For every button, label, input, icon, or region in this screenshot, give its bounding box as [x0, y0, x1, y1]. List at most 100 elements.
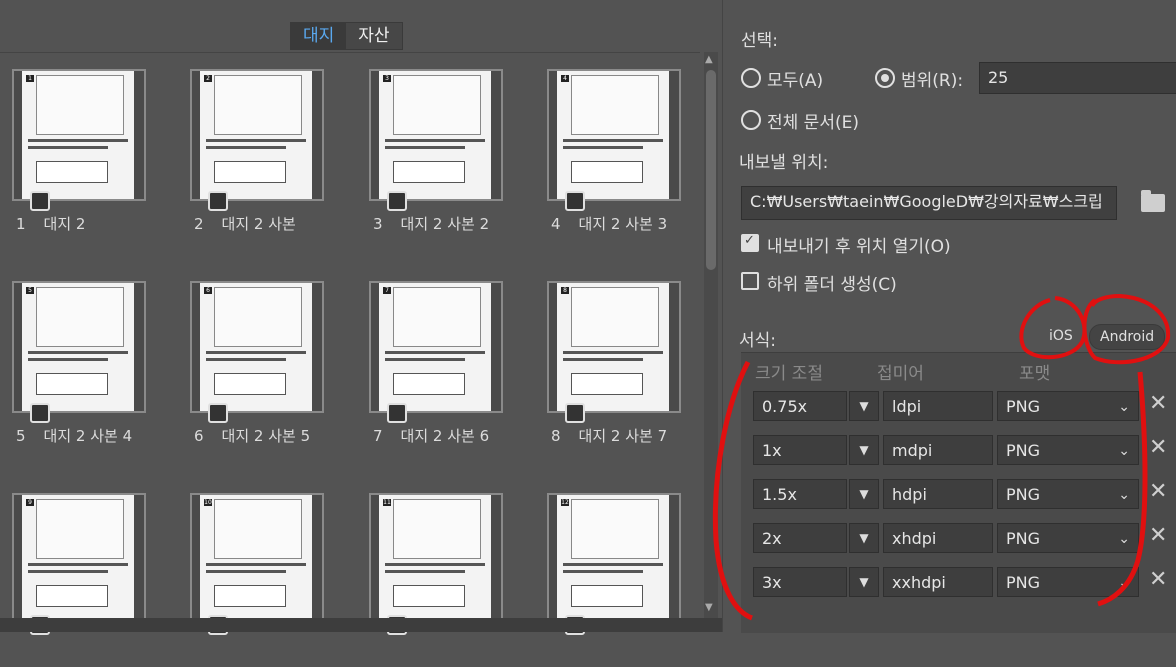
- scale-dropdown-icon[interactable]: ▼: [849, 567, 879, 597]
- suffix-input[interactable]: xxhdpi: [883, 567, 993, 597]
- table-preview: [571, 373, 643, 395]
- scroll-up-icon[interactable]: ▲: [705, 54, 713, 65]
- thumbnail-frame[interactable]: 11: [369, 493, 503, 635]
- remove-row-icon[interactable]: ✕: [1149, 433, 1167, 463]
- horizontal-scrollbar[interactable]: [0, 618, 722, 632]
- scale-input[interactable]: 2x: [753, 523, 847, 553]
- thumbnail-frame[interactable]: 7: [369, 281, 503, 423]
- artboard-thumbnail[interactable]: 9: [0, 477, 146, 667]
- thumbnail-frame[interactable]: 6: [190, 281, 324, 423]
- thumbnail-select-checkbox[interactable]: [387, 191, 407, 211]
- remove-row-icon[interactable]: ✕: [1149, 565, 1167, 595]
- format-select[interactable]: PNG ⌄: [997, 523, 1139, 553]
- radio-whole-document[interactable]: [741, 110, 761, 130]
- scale-input[interactable]: 3x: [753, 567, 847, 597]
- table-preview: [36, 161, 108, 183]
- thumbnail-frame[interactable]: 3: [369, 69, 503, 211]
- artboard-thumbnail[interactable]: 2 2 대지 2 사본: [178, 53, 324, 243]
- thumbnail-page: 7: [379, 283, 491, 411]
- column-header-scale: 크기 조절: [755, 364, 823, 384]
- scale-dropdown-icon[interactable]: ▼: [849, 479, 879, 509]
- artboard-thumbnail[interactable]: 11: [357, 477, 503, 667]
- radio-all-label[interactable]: 모두(A): [767, 66, 823, 91]
- text-preview: [28, 563, 128, 577]
- scroll-down-icon[interactable]: ▼: [705, 602, 713, 613]
- export-path-input[interactable]: C:₩Users₩taein₩GoogleD₩강의자료₩스크립: [741, 186, 1117, 220]
- scale-dropdown-icon[interactable]: ▼: [849, 523, 879, 553]
- chevron-down-icon: ⌄: [1118, 443, 1130, 459]
- thumbnail-name: 대지 2 사본 4: [43, 427, 133, 445]
- thumbnail-select-checkbox[interactable]: [208, 191, 228, 211]
- remove-row-icon[interactable]: ✕: [1149, 477, 1167, 507]
- scrollbar-thumb[interactable]: [706, 70, 716, 270]
- artboard-thumbnail[interactable]: 4 4 대지 2 사본 3: [535, 53, 681, 243]
- ios-button[interactable]: iOS: [1039, 324, 1083, 348]
- text-preview: [385, 139, 485, 153]
- format-select[interactable]: PNG ⌄: [997, 567, 1139, 597]
- thumbnail-number: 6: [194, 427, 204, 445]
- scale-dropdown-icon[interactable]: ▼: [849, 435, 879, 465]
- format-select[interactable]: PNG ⌄: [997, 435, 1139, 465]
- table-preview: [571, 161, 643, 183]
- tab-assets[interactable]: 자산: [346, 23, 401, 49]
- artboard-thumbnail[interactable]: 5 5 대지 2 사본 4: [0, 265, 146, 455]
- text-preview: [563, 139, 663, 153]
- thumbnail-frame[interactable]: 5: [12, 281, 146, 423]
- open-after-export-checkbox[interactable]: [741, 233, 759, 252]
- folder-icon[interactable]: [1141, 190, 1165, 212]
- radio-range-label[interactable]: 범위(R):: [901, 66, 963, 91]
- scale-dropdown-icon[interactable]: ▼: [849, 391, 879, 421]
- radio-whole-document-label[interactable]: 전체 문서(E): [767, 108, 859, 133]
- scale-input[interactable]: 1x: [753, 435, 847, 465]
- thumbnail-frame[interactable]: 8: [547, 281, 681, 423]
- artboard-thumbnail[interactable]: 3 3 대지 2 사본 2: [357, 53, 503, 243]
- table-preview: [393, 161, 465, 183]
- format-select[interactable]: PNG ⌄: [997, 479, 1139, 509]
- artboard-thumbnail[interactable]: 1 1 대지 2: [0, 53, 146, 243]
- thumbnail-select-checkbox[interactable]: [30, 403, 50, 423]
- thumbnail-select-checkbox[interactable]: [208, 403, 228, 423]
- chevron-down-icon: ⌄: [1118, 399, 1130, 415]
- thumbnail-frame[interactable]: 1: [12, 69, 146, 211]
- radio-all[interactable]: [741, 68, 761, 88]
- thumbnail-number: 4: [551, 215, 561, 233]
- graph-preview: [36, 287, 124, 347]
- thumbnail-page: 2: [200, 71, 312, 199]
- remove-row-icon[interactable]: ✕: [1149, 389, 1167, 419]
- page-number-badge: 7: [383, 287, 391, 294]
- thumbnail-frame[interactable]: 2: [190, 69, 324, 211]
- artboard-thumbnail[interactable]: 8 8 대지 2 사본 7: [535, 265, 681, 455]
- artboard-thumbnail[interactable]: 7 7 대지 2 사본 6: [357, 265, 503, 455]
- tab-artboard[interactable]: 대지: [291, 23, 347, 49]
- range-input[interactable]: 25: [979, 62, 1176, 94]
- suffix-input[interactable]: hdpi: [883, 479, 993, 509]
- artboard-thumbnail[interactable]: 6 6 대지 2 사본 5: [178, 265, 324, 455]
- panel-tabs: 대지 자산: [290, 22, 403, 50]
- vertical-scrollbar[interactable]: ▲ ▼: [704, 52, 718, 618]
- create-subfolder-checkbox[interactable]: [741, 272, 759, 290]
- thumbnail-select-checkbox[interactable]: [30, 191, 50, 211]
- thumbnail-select-checkbox[interactable]: [565, 403, 585, 423]
- thumbnail-select-checkbox[interactable]: [387, 403, 407, 423]
- android-button[interactable]: Android: [1089, 324, 1166, 350]
- format-value: PNG: [1006, 529, 1041, 548]
- thumbnail-frame[interactable]: 4: [547, 69, 681, 211]
- scale-input[interactable]: 0.75x: [753, 391, 847, 421]
- create-subfolder-label[interactable]: 하위 폴더 생성(C): [767, 270, 897, 295]
- remove-row-icon[interactable]: ✕: [1149, 521, 1167, 551]
- thumbnail-frame[interactable]: 9: [12, 493, 146, 635]
- artboard-thumbnail[interactable]: 10: [178, 477, 324, 667]
- artboard-thumbnail[interactable]: 12: [535, 477, 681, 667]
- format-select[interactable]: PNG ⌄: [997, 391, 1139, 421]
- thumbnail-frame[interactable]: 10: [190, 493, 324, 635]
- open-after-export-label[interactable]: 내보내기 후 위치 열기(O): [767, 232, 951, 257]
- format-table: 크기 조절 접미어 포맷 0.75x ▼ ldpi PNG ⌄ ✕ 1x ▼ mdpi PNG ⌄ ✕…: [741, 352, 1176, 633]
- radio-range[interactable]: [875, 68, 895, 88]
- suffix-input[interactable]: xhdpi: [883, 523, 993, 553]
- suffix-input[interactable]: ldpi: [883, 391, 993, 421]
- thumbnail-frame[interactable]: 12: [547, 493, 681, 635]
- chevron-down-icon: ⌄: [1118, 487, 1130, 503]
- suffix-input[interactable]: mdpi: [883, 435, 993, 465]
- scale-input[interactable]: 1.5x: [753, 479, 847, 509]
- thumbnail-select-checkbox[interactable]: [565, 191, 585, 211]
